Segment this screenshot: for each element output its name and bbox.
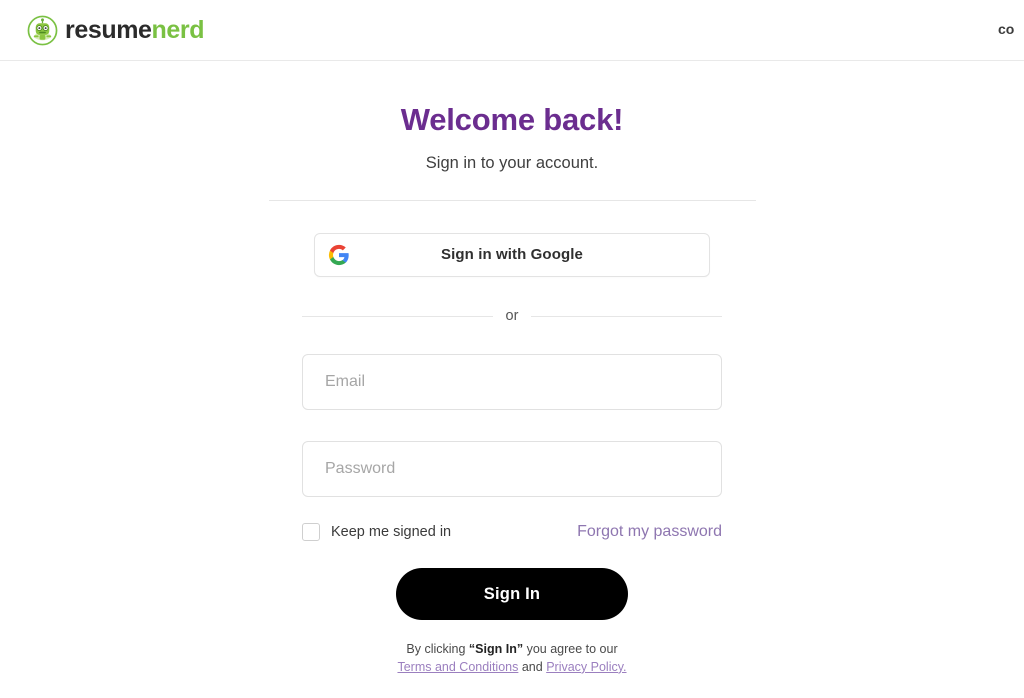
keep-me-signed-in-control[interactable]: Keep me signed in — [302, 523, 452, 542]
resumenerd-robot-icon — [27, 15, 58, 45]
signin-form: Sign in with Google or Keep me signed in… — [302, 232, 722, 677]
email-input[interactable] — [302, 354, 722, 411]
section-divider — [268, 199, 756, 201]
terms-and-conditions-link[interactable]: Terms and Conditions — [397, 660, 518, 674]
form-options-row: Keep me signed in Forgot my password — [302, 523, 722, 542]
or-divider-line-right — [531, 315, 722, 317]
legal-disclaimer: By clicking “Sign In” you agree to our T… — [282, 641, 742, 676]
site-header: resumenerd co — [0, 0, 1024, 61]
or-divider-label: or — [505, 307, 519, 324]
brand-word-nerd: nerd — [151, 15, 205, 44]
sign-in-button[interactable]: Sign In — [396, 568, 628, 621]
google-button-label: Sign in with Google — [441, 246, 583, 264]
password-input[interactable] — [302, 441, 722, 498]
forgot-password-link[interactable]: Forgot my password — [577, 524, 722, 540]
legal-conjunction: and — [518, 659, 547, 674]
keep-me-signed-in-checkbox[interactable] — [302, 523, 320, 542]
legal-middle: you agree to our — [523, 642, 618, 657]
nav-item-truncated[interactable]: co — [998, 21, 1014, 37]
legal-prefix: By clicking — [406, 642, 469, 657]
google-g-icon — [328, 244, 349, 265]
or-divider-line-left — [302, 315, 493, 317]
sign-in-with-google-button[interactable]: Sign in with Google — [314, 232, 710, 277]
privacy-policy-link[interactable]: Privacy Policy. — [546, 660, 626, 674]
page-subtitle: Sign in to your account. — [425, 154, 599, 173]
legal-emphasis: “Sign In” — [468, 642, 524, 657]
or-divider: or — [302, 309, 722, 324]
brand-logo[interactable]: resumenerd — [27, 15, 205, 46]
brand-word-resume: resume — [65, 15, 152, 44]
brand-wordmark: resumenerd — [65, 15, 205, 44]
page-title: Welcome back! — [400, 102, 624, 137]
header-nav: co — [998, 21, 1024, 37]
signin-page: Welcome back! Sign in to your account. S… — [0, 61, 1024, 676]
keep-me-signed-in-label: Keep me signed in — [331, 524, 452, 541]
